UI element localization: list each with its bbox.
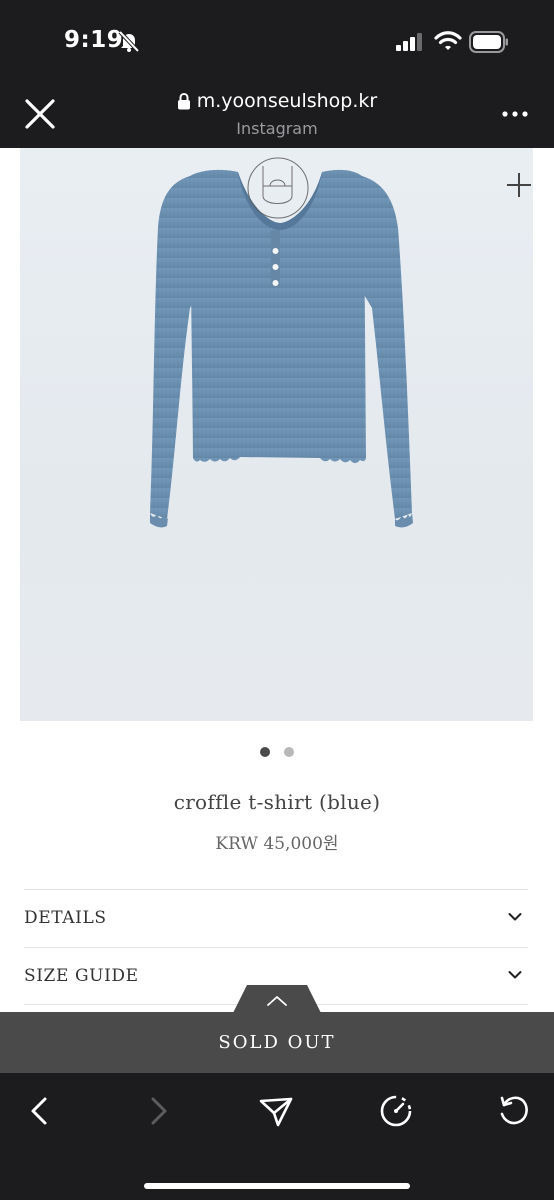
chevron-down-icon bbox=[508, 971, 522, 979]
product-name: croffle t-shirt (blue) bbox=[173, 790, 381, 814]
product-page: croffle t-shirt (blue) KRW 45,000원 DETAI… bbox=[0, 148, 554, 1073]
browser-header: m.yoonseulshop.kr Instagram bbox=[0, 84, 554, 148]
chevron-down-icon bbox=[508, 913, 522, 921]
carousel-indicator bbox=[0, 744, 554, 762]
url-area[interactable]: m.yoonseulshop.kr Instagram bbox=[0, 90, 554, 138]
battery-icon bbox=[469, 31, 508, 53]
speed-icon[interactable] bbox=[376, 1091, 416, 1131]
forward-icon[interactable] bbox=[138, 1091, 178, 1131]
sold-out-button[interactable]: SOLD OUT bbox=[0, 1012, 554, 1073]
home-indicator[interactable] bbox=[144, 1183, 410, 1189]
status-time: 9:19 bbox=[64, 27, 124, 53]
zoom-plus-icon[interactable] bbox=[506, 172, 532, 198]
brand-logo bbox=[247, 157, 309, 219]
page-url: m.yoonseulshop.kr bbox=[196, 90, 378, 112]
bell-off-icon bbox=[118, 30, 140, 53]
status-bar: 9:19 bbox=[0, 0, 554, 84]
product-image[interactable] bbox=[20, 148, 533, 721]
signal-icon bbox=[396, 33, 422, 51]
wifi-icon bbox=[434, 31, 462, 50]
lock-icon bbox=[177, 92, 190, 109]
back-icon[interactable] bbox=[20, 1091, 60, 1131]
source-label: Instagram bbox=[236, 118, 318, 138]
sold-out-label: SOLD OUT bbox=[218, 1032, 336, 1053]
more-icon[interactable] bbox=[500, 104, 530, 124]
details-label: DETAILS bbox=[24, 908, 107, 928]
details-accordion[interactable]: DETAILS bbox=[24, 890, 528, 946]
browser-toolbar bbox=[0, 1073, 554, 1200]
product-price: KRW 45,000원 bbox=[215, 834, 339, 854]
expand-tab[interactable] bbox=[233, 985, 321, 1013]
share-icon[interactable] bbox=[256, 1091, 296, 1131]
carousel-dot-1[interactable] bbox=[259, 747, 270, 757]
carousel-dot-2[interactable] bbox=[284, 747, 295, 757]
shirt-image bbox=[150, 157, 413, 528]
size-guide-label: SIZE GUIDE bbox=[24, 966, 139, 986]
reload-icon[interactable] bbox=[494, 1091, 534, 1131]
